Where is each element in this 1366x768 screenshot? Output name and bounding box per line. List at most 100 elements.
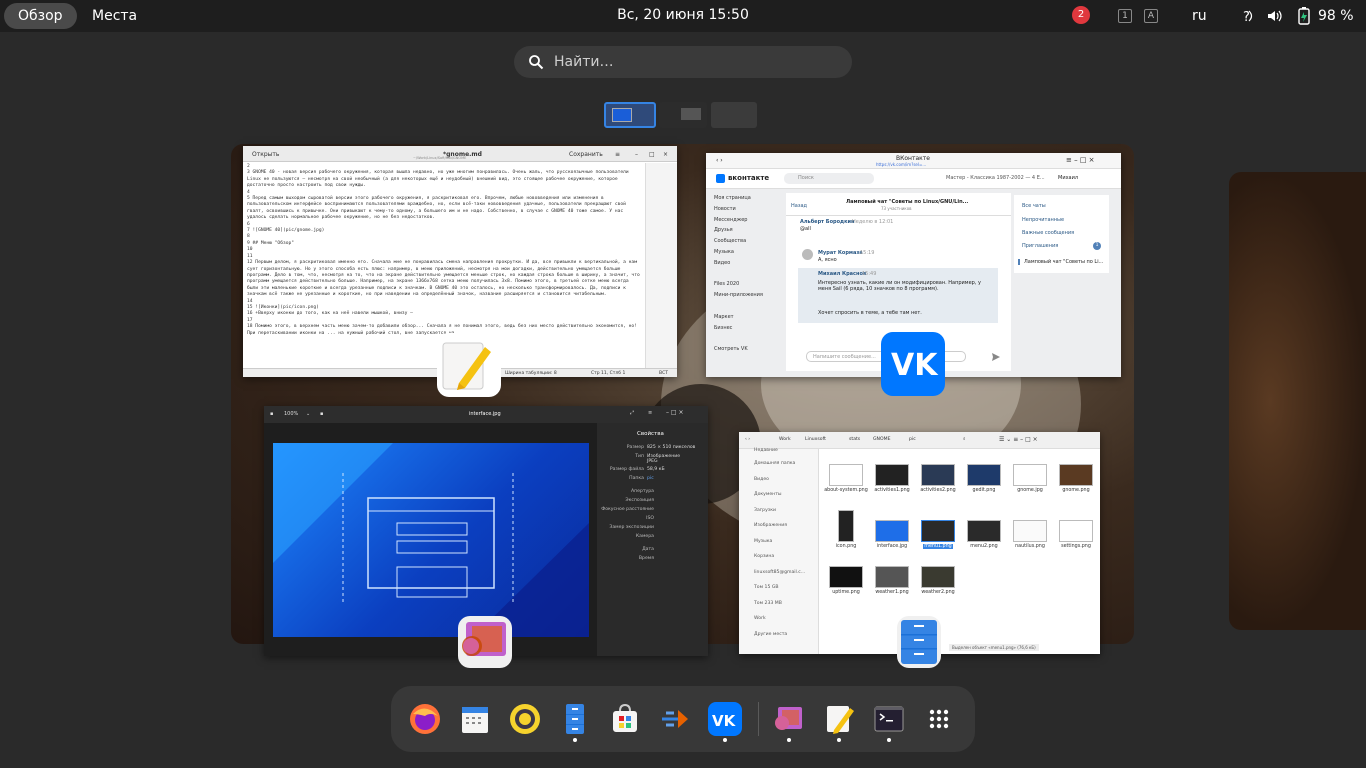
editor-open-button[interactable]: Открыть: [252, 151, 279, 158]
sidebar-item[interactable]: Музыка: [739, 534, 818, 550]
vk-nav-item[interactable]: Мессенджер: [714, 217, 782, 228]
next-workspace-preview[interactable]: [1229, 172, 1366, 630]
vk-nav-item[interactable]: Новости: [714, 206, 782, 217]
vk-nav-item[interactable]: Мини-приложения: [714, 292, 782, 303]
breadcrumb-item[interactable]: pic: [909, 437, 916, 442]
dock-firefox[interactable]: [408, 702, 442, 736]
status-tab-width[interactable]: Ширина табуляции: 8: [505, 371, 557, 376]
msg-author[interactable]: Михаил Краснов: [818, 271, 866, 277]
dock-files[interactable]: [558, 702, 592, 736]
back-icon[interactable]: ‹ ›: [716, 157, 723, 164]
file-item[interactable]: activities1.png: [869, 464, 915, 493]
sidebar-item[interactable]: Другие места: [739, 627, 818, 643]
help-icon[interactable]: ?: [1240, 9, 1256, 29]
vk-nav-item[interactable]: Маркет: [714, 314, 782, 325]
sidebar-item[interactable]: Том 15 GB: [739, 580, 818, 596]
file-item[interactable]: activities2.png: [915, 464, 961, 493]
keyboard-indicator-1[interactable]: 1: [1118, 9, 1132, 23]
dock-text-editor[interactable]: [822, 702, 856, 736]
vk-nav-item[interactable]: Смотреть VK: [714, 346, 782, 357]
search-input[interactable]: [554, 46, 844, 78]
file-item[interactable]: interface.jpg: [869, 520, 915, 549]
search-box[interactable]: [514, 46, 852, 78]
vk-nav-item[interactable]: Бизнес: [714, 325, 782, 336]
vk-back-link[interactable]: Назад: [791, 203, 807, 209]
vk-nav-item[interactable]: Моя страница: [714, 195, 782, 206]
breadcrumb-item[interactable]: Work: [779, 437, 791, 442]
editor-text[interactable]: 2 3 GNOME 40 - новая версия рабочего окр…: [243, 162, 677, 337]
vk-search[interactable]: Поиск: [784, 173, 874, 184]
file-item[interactable]: nautilus.png: [1007, 520, 1053, 549]
battery-icon[interactable]: [1297, 7, 1311, 27]
dock-image-viewer[interactable]: [772, 702, 806, 736]
close-icon[interactable]: ×: [663, 151, 668, 158]
folder-item[interactable]: Важные сообщения: [1022, 230, 1074, 236]
status-position[interactable]: Стр 11, Стлб 1: [591, 371, 625, 376]
dock-show-apps[interactable]: [922, 702, 956, 736]
view-controls[interactable]: ☰ ⌄ ≡ – □ ×: [999, 436, 1038, 443]
sidebar-item[interactable]: linuxsoft85@gmail.c...: [739, 565, 818, 581]
vk-nav-item[interactable]: Видео: [714, 260, 782, 271]
sidebar-item[interactable]: Work: [739, 611, 818, 627]
nav-arrows-icon[interactable]: ‹ ›: [745, 437, 750, 442]
folder-item[interactable]: Все чаты: [1022, 203, 1046, 209]
vk-user-name[interactable]: Михаил: [1058, 175, 1078, 181]
vk-chat-title[interactable]: Ламповый чат "Советы по Linux/GNU/Lin...: [846, 199, 968, 205]
viewed-image[interactable]: [273, 443, 589, 637]
file-item[interactable]: weather2.png: [915, 566, 961, 595]
dock-vk[interactable]: VK: [708, 702, 742, 736]
vk-player-track[interactable]: Мастер - Классика 1987-2002 — 4 Е...: [946, 175, 1045, 181]
dock-terminal[interactable]: [872, 702, 906, 736]
file-item-selected[interactable]: menu1.png: [915, 520, 961, 549]
sidebar-item[interactable]: Том 233 MB: [739, 596, 818, 612]
breadcrumb-item[interactable]: GNOME: [873, 437, 890, 442]
avatar[interactable]: [802, 249, 813, 260]
sidebar-item[interactable]: Загрузки: [739, 503, 818, 519]
zoom-level[interactable]: 100%: [284, 411, 298, 417]
file-item[interactable]: gnome.png: [1053, 464, 1099, 493]
keyboard-indicator-2[interactable]: A: [1144, 9, 1158, 23]
workspace-thumbnail-3[interactable]: [711, 102, 757, 128]
sidebar-item[interactable]: Недавние: [739, 448, 818, 456]
file-item[interactable]: uptime.png: [823, 566, 869, 595]
editor-minimap[interactable]: [645, 163, 677, 368]
vk-logo-text[interactable]: вконтакте: [728, 174, 769, 182]
workspace-thumbnail-1[interactable]: [604, 102, 656, 128]
notification-badge[interactable]: 2: [1072, 6, 1090, 24]
zoom-in-icon[interactable]: ▪: [320, 411, 323, 417]
dock-calendar[interactable]: [458, 702, 492, 736]
file-item[interactable]: weather1.png: [869, 566, 915, 595]
file-item[interactable]: settings.png: [1053, 520, 1099, 549]
folder-active[interactable]: Ламповый чат "Советы по Li...: [1018, 259, 1103, 265]
battery-percent[interactable]: 98 %: [1318, 6, 1354, 26]
workspace-thumbnail-2[interactable]: [659, 102, 707, 128]
sidebar-item[interactable]: Видео: [739, 472, 818, 488]
prop-folder-link[interactable]: pic: [647, 476, 654, 481]
file-item[interactable]: icon.png: [823, 510, 869, 549]
vk-nav-item[interactable]: Друзья: [714, 227, 782, 238]
msg-author[interactable]: Альберт Бородкин: [800, 219, 854, 225]
breadcrumb-item[interactable]: stats: [849, 437, 860, 442]
msg-author[interactable]: Мурат Кормаза: [818, 250, 863, 256]
editor-menu-icon[interactable]: ≡: [615, 151, 620, 158]
volume-icon[interactable]: [1267, 9, 1283, 29]
file-item[interactable]: about-system.png: [823, 464, 869, 493]
language-indicator[interactable]: ru: [1192, 6, 1207, 26]
sidebar-item[interactable]: Корзина: [739, 549, 818, 565]
window-controls[interactable]: ≡ – □ ×: [1066, 156, 1095, 164]
file-item[interactable]: gnome.jpg: [1007, 464, 1053, 493]
sidebar-item[interactable]: Изображения: [739, 518, 818, 534]
maximize-icon[interactable]: □: [649, 151, 655, 158]
window-controls[interactable]: – □ ×: [666, 409, 684, 416]
menu-icon[interactable]: ≡: [648, 410, 652, 416]
search-icon[interactable]: ⌕: [963, 436, 966, 442]
zoom-out-icon[interactable]: ▪: [270, 411, 273, 417]
sidebar-item[interactable]: Домашняя папка: [739, 456, 818, 472]
dock-rhythmbox[interactable]: [508, 702, 542, 736]
breadcrumb-item[interactable]: Linuxsoft: [805, 437, 826, 442]
browser-url[interactable]: https://vk.com/im?sel=...: [876, 162, 926, 167]
sidebar-item[interactable]: Документы: [739, 487, 818, 503]
dock-software[interactable]: [608, 702, 642, 736]
vk-nav-item[interactable]: Files 2020: [714, 281, 782, 292]
vk-nav-item[interactable]: Сообщества: [714, 238, 782, 249]
